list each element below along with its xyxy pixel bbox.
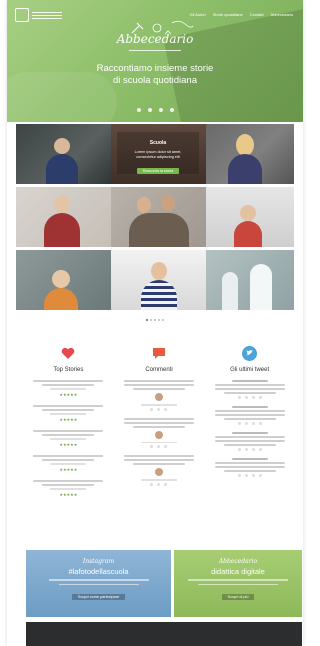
avatar	[154, 430, 163, 439]
rating-stars-icon: ★★★★★	[59, 417, 78, 422]
twitter-bird-icon	[242, 345, 258, 361]
pager-dot[interactable]	[154, 319, 156, 321]
tweets-title: Gli ultimi tweet	[230, 367, 270, 373]
promo-heading: didattica digitale	[211, 567, 265, 576]
story-entry[interactable]: ★★★★★	[27, 380, 110, 398]
featured-text: Lorem ipsum dolor sit amet, consectetur …	[134, 150, 182, 159]
twitter-icon[interactable]	[147, 108, 152, 112]
featured-button[interactable]: Racconta la storia	[136, 168, 180, 174]
promo-cta-button[interactable]: Scopri di più	[221, 594, 255, 600]
pinterest-icon[interactable]	[169, 108, 174, 112]
person-head	[54, 195, 70, 213]
photo-grid: Scuola Lorem ipsum dolor sit amet, conse…	[16, 124, 294, 310]
rating-stars-icon: ★★★★★	[59, 392, 78, 397]
heart-icon	[60, 345, 76, 361]
photo-tile-smiling-woman[interactable]	[16, 187, 111, 247]
featured-title: Scuola	[149, 140, 167, 146]
instagram-hashtag: #lafotodellascuola	[68, 567, 129, 576]
person-head	[151, 262, 167, 280]
top-nav: Gli Autori Storie quotidiane Contatti Ab…	[189, 12, 293, 17]
person-head	[161, 195, 175, 211]
person-body	[46, 154, 78, 184]
tweet-entry[interactable]	[208, 432, 291, 451]
instagram-icon[interactable]	[158, 108, 163, 112]
pager-dot[interactable]	[150, 319, 152, 321]
person-body	[129, 213, 189, 247]
tweet-entry[interactable]	[208, 406, 291, 425]
emblem-icon	[15, 8, 29, 22]
photo-tile-girl-striped[interactable]	[111, 250, 206, 310]
photo-tile-blonde-girl[interactable]	[206, 124, 294, 184]
paper-tree	[250, 264, 272, 310]
person-head	[240, 205, 256, 221]
photo-tile-paper-trees[interactable]	[206, 250, 294, 310]
tweets-column: Gli ultimi tweet	[208, 345, 291, 530]
instagram-promo[interactable]: Instagram #lafotodellascuola Scopri come…	[26, 550, 171, 617]
photo-tile-boy-crown[interactable]	[16, 250, 111, 310]
nav-item-autori[interactable]: Gli Autori	[189, 12, 205, 17]
photo-tile-couple[interactable]	[111, 187, 206, 247]
feature-columns: Top Stories ★★★★★ ★★★★★ ★★★★★ ★★★★★ ★★★★…	[27, 345, 291, 530]
page: Gli Autori Storie quotidiane Contatti Ab…	[7, 0, 303, 646]
pager-dot[interactable]	[146, 319, 148, 321]
tweet-entry[interactable]	[208, 458, 291, 477]
story-entry[interactable]: ★★★★★	[27, 430, 110, 448]
footer	[26, 622, 302, 646]
nav-item-abbecedario[interactable]: Abbecedario	[271, 12, 293, 17]
person-body	[234, 221, 262, 247]
social-links	[7, 108, 303, 112]
person-head	[137, 197, 151, 213]
instagram-cta-button[interactable]: Scopri come partecipare	[71, 594, 126, 600]
comment-entry[interactable]	[118, 455, 201, 486]
person-head	[236, 134, 254, 156]
hero-banner: Gli Autori Storie quotidiane Contatti Ab…	[7, 0, 303, 122]
hero-tagline: Raccontiamo insieme storie di scuola quo…	[7, 63, 303, 87]
top-stories-column: Top Stories ★★★★★ ★★★★★ ★★★★★ ★★★★★ ★★★★…	[27, 345, 110, 530]
paper-tree	[222, 272, 238, 310]
brand-title: Abbecedario	[116, 32, 194, 46]
brand-divider	[129, 50, 181, 51]
photo-tile-teacher-chalkboard[interactable]	[16, 124, 111, 184]
avatar	[154, 468, 163, 476]
carousel-pager	[7, 319, 303, 321]
comments-title: Commenti	[145, 367, 173, 373]
avatar	[154, 393, 163, 401]
person-head	[54, 138, 70, 154]
nav-item-storie[interactable]: Storie quotidiane	[213, 12, 243, 17]
photo-tile-boy-glasses[interactable]	[206, 187, 294, 247]
nav-item-contatti[interactable]: Contatti	[250, 12, 264, 17]
promo-brand: Abbecedario	[218, 558, 258, 565]
person-body	[44, 288, 78, 310]
tweet-entry[interactable]	[208, 380, 291, 399]
person-head	[52, 270, 70, 288]
comments-column: Commenti	[118, 345, 201, 530]
logo-text	[32, 10, 62, 21]
story-entry[interactable]: ★★★★★	[27, 480, 110, 498]
ministry-logo[interactable]	[15, 8, 62, 22]
person-body	[228, 154, 262, 184]
tagline-line-2: di scuola quotidiana	[113, 75, 197, 86]
person-body	[44, 213, 80, 247]
featured-overlay: Scuola Lorem ipsum dolor sit amet, conse…	[117, 132, 199, 174]
tagline-line-1: Raccontiamo insieme storie	[96, 63, 214, 74]
rating-stars-icon: ★★★★★	[59, 467, 78, 472]
instagram-logo: Instagram	[82, 558, 115, 565]
story-entry[interactable]: ★★★★★	[27, 455, 110, 473]
comment-entry[interactable]	[118, 417, 201, 448]
facebook-icon[interactable]	[136, 108, 141, 112]
photo-tile-featured[interactable]: Scuola Lorem ipsum dolor sit amet, conse…	[111, 124, 206, 184]
comment-bubble-icon	[151, 345, 167, 361]
person-body	[141, 280, 177, 310]
rating-stars-icon: ★★★★★	[59, 442, 78, 447]
pager-dot[interactable]	[158, 319, 160, 321]
pager-dot[interactable]	[162, 319, 164, 321]
top-stories-title: Top Stories	[53, 367, 84, 373]
rating-stars-icon: ★★★★★	[59, 492, 78, 497]
story-entry[interactable]: ★★★★★	[27, 405, 110, 423]
comment-entry[interactable]	[118, 380, 201, 411]
digital-teaching-promo[interactable]: Abbecedario didattica digitale Scopri di…	[174, 550, 302, 617]
